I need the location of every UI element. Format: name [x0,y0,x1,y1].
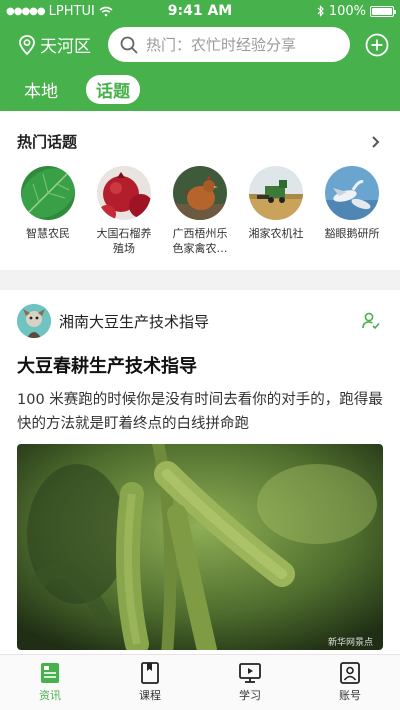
topic-image-pomegranate [97,166,151,220]
plus-circle-icon [365,33,389,56]
play-screen-icon [239,663,261,683]
news-icon [41,663,59,683]
hot-topic-label: 大国石榴养殖场 [96,227,152,255]
hot-topics-title: 热门话题 [17,133,78,151]
hot-topic-item[interactable]: 智慧农民 [10,166,86,256]
add-button[interactable] [364,32,390,58]
nav-label: 账号 [339,689,361,702]
user-check-icon [362,312,380,330]
feed-tabs: 本地 话题 [0,67,400,111]
hot-topic-item[interactable]: 大国石榴养殖场 [86,166,162,256]
search-placeholder: 热门：农忙时经验分享 [146,36,297,54]
book-icon [141,662,159,684]
nav-label: 资讯 [39,689,61,702]
image-watermark: 新华网景点 [327,638,373,648]
hot-topic-item[interactable]: 湘家农机社 [238,166,314,256]
tab-topics[interactable]: 话题 [86,74,140,104]
article-text: 100 米赛跑的时候你是没有时间去看你的对手的，跑得最快的方法就是盯着终点的白线… [17,392,383,432]
battery-percent: 100% [328,3,366,19]
hot-topic-label: 豁眼鹅研所 [324,227,380,240]
chevron-right-icon[interactable] [370,135,380,149]
topic-image-leaf [21,166,75,220]
article-title[interactable]: 大豆春耕生产技术指导 [17,352,383,378]
location-pin-icon [19,34,35,55]
battery-icon [370,5,396,17]
section-divider [0,270,400,290]
hot-topic-item[interactable]: 豁眼鹅研所 [314,166,390,256]
status-bar: ●●●●● LPHTUI 9:41 AM 100% [0,0,400,22]
wifi-icon [99,6,113,16]
bottom-nav: 资讯 课程 学习 账号 [0,654,400,710]
author-name[interactable]: 湘南大豆生产技术指导 [59,311,351,332]
tab-local[interactable]: 本地 [14,75,68,104]
author-avatar[interactable] [17,304,51,338]
article-image-soybean[interactable]: 新华网景点 [17,444,383,650]
hot-topic-label: 湘家农机社 [248,227,304,240]
nav-item-account[interactable]: 账号 [300,655,400,710]
bluetooth-icon [317,5,324,17]
topic-image-harvester [249,166,303,220]
nav-item-news[interactable]: 资讯 [0,655,100,710]
hot-topic-label: 智慧农民 [26,227,70,240]
location-label: 天河区 [40,37,91,57]
topic-image-hen [173,166,227,220]
follow-button[interactable] [359,309,383,333]
signal-icon: ●●●●● [6,5,46,17]
topic-image-geese [325,166,379,220]
search-icon [120,36,138,53]
location-selector[interactable]: 天河区 [18,32,108,57]
nav-item-courses[interactable]: 课程 [100,655,200,710]
hot-topic-label: 广西梧州乐色家禽农… [172,227,228,255]
carrier-name: LPHTUI [48,3,95,19]
nav-label: 学习 [239,689,261,702]
top-header: ●●●●● LPHTUI 9:41 AM 100% 天河区 热门：农忙时经验分享… [0,0,400,111]
nav-label: 课程 [139,689,161,702]
article-card[interactable]: 湘南大豆生产技术指导 大豆春耕生产技术指导 100 米赛跑的时候你是没有时间去看… [0,290,400,650]
hot-topic-item[interactable]: 广西梧州乐色家禽农… [162,166,238,256]
nav-item-study[interactable]: 学习 [200,655,300,710]
search-input[interactable]: 热门：农忙时经验分享 [108,27,350,62]
account-icon [340,662,360,684]
hot-topics-section: 热门话题 智慧农民 大国石榴养殖场 广西梧州乐色家禽农… 湘家农机社 豁眼鹅研所 [0,111,400,270]
